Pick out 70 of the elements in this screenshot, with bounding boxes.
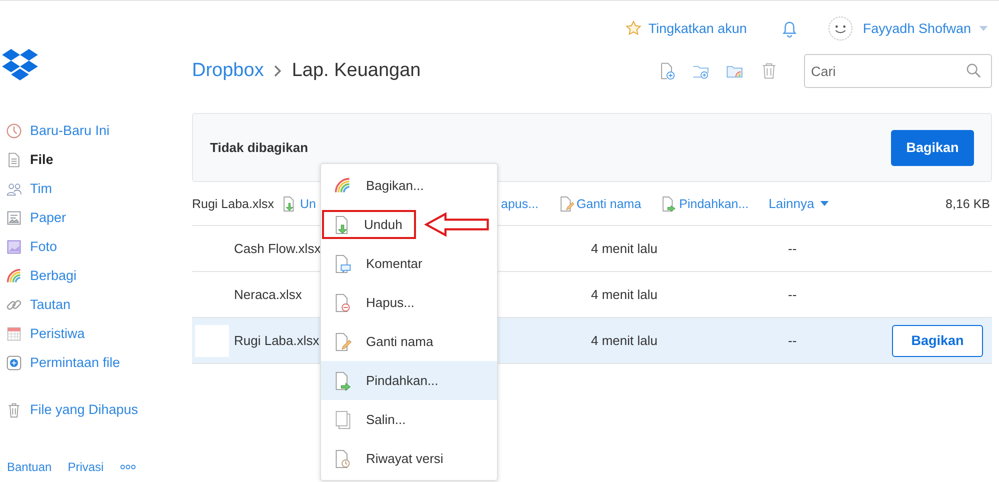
members: --: [788, 287, 797, 302]
search-icon[interactable]: [966, 63, 981, 78]
share-status: Tidak dibagikan: [210, 140, 308, 155]
breadcrumb[interactable]: Dropbox: [192, 60, 264, 82]
sidebar-item[interactable]: Foto: [6, 237, 192, 256]
more-dropdown[interactable]: Lainnya: [768, 196, 830, 211]
comment-file-icon: [334, 254, 352, 274]
upgrade-link[interactable]: Tingkatkan akun: [648, 20, 747, 36]
members: --: [788, 333, 797, 348]
caret-icon[interactable]: [979, 26, 988, 30]
sidebar-item[interactable]: Tautan: [6, 295, 192, 314]
trash-icon: [6, 402, 22, 418]
rename-file-icon: [334, 332, 352, 352]
breadcrumb: Lap. Keuangan: [292, 60, 421, 82]
share-button[interactable]: Bagikan: [892, 324, 983, 356]
calendar-icon: [6, 326, 22, 342]
sidebar-item[interactable]: Peristiwa: [6, 324, 192, 343]
menu-item[interactable]: Salin...: [321, 400, 497, 439]
copy-icon: [334, 410, 352, 430]
members: --: [788, 241, 797, 256]
sidebar-item[interactable]: Baru-Baru Ini: [6, 121, 192, 140]
more-icon[interactable]: [120, 464, 136, 470]
action-link[interactable]: Ganti nama: [576, 196, 642, 210]
sidebar-item[interactable]: File: [6, 150, 192, 169]
annotation-arrow: [424, 212, 490, 237]
file-name: Neraca.xlsx: [234, 287, 302, 302]
clock-icon: [6, 122, 22, 138]
chevron-icon: [274, 65, 282, 77]
menu-item[interactable]: Ganti nama: [321, 322, 497, 361]
delete-file-icon: [334, 292, 352, 312]
trash-icon[interactable]: [760, 62, 778, 80]
sidebar-item[interactable]: File yang Dihapus: [6, 400, 192, 419]
move-file-icon[interactable]: [661, 194, 676, 212]
star-icon: [625, 20, 642, 36]
modified-time: 4 menit lalu: [591, 333, 658, 348]
menu-item[interactable]: Bagikan...: [321, 166, 497, 205]
sidebar-item[interactable]: Berbagi: [6, 266, 192, 285]
footer-link[interactable]: Bantuan: [7, 460, 52, 474]
modified-time: 4 menit lalu: [591, 287, 658, 302]
sidebar-item[interactable]: Paper: [6, 208, 192, 227]
file-name: Cash Flow.xlsx: [234, 241, 321, 256]
dropbox-logo[interactable]: [2, 49, 38, 83]
modified-time: 4 menit lalu: [591, 241, 658, 256]
history-file-icon: [334, 448, 352, 468]
file-size: 8,16 KB: [946, 196, 991, 210]
action-link[interactable]: Un: [300, 196, 316, 210]
paper-icon: [6, 210, 22, 226]
sidebar-item[interactable]: Tim: [6, 179, 192, 198]
share-button[interactable]: Bagikan: [891, 130, 974, 166]
people-icon: [6, 180, 22, 196]
rename-file-icon[interactable]: [558, 194, 574, 212]
file-name: Rugi Laba.xlsx: [234, 333, 320, 348]
action-link[interactable]: apus...: [501, 196, 539, 210]
file-name: Rugi Laba.xlsx: [192, 196, 274, 210]
document-icon: [6, 152, 22, 168]
search-field[interactable]: Cari: [804, 54, 992, 88]
rainbow-icon: [334, 176, 352, 196]
menu-item[interactable]: Pindahkan...: [321, 361, 497, 400]
avatar-icon[interactable]: [828, 16, 853, 40]
new-file-icon[interactable]: [658, 62, 676, 80]
caret-icon: [820, 201, 830, 206]
footer-link[interactable]: Privasi: [68, 460, 104, 474]
move-file-icon: [334, 370, 352, 390]
menu-item[interactable]: Riwayat versi: [321, 439, 497, 478]
file-thumbnail: [195, 324, 229, 356]
sidebar-item[interactable]: Permintaan file: [6, 353, 192, 372]
user-name[interactable]: Fayyadh Shofwan: [862, 20, 971, 36]
rainbow-icon: [6, 268, 22, 284]
image-icon: [6, 238, 22, 254]
action-link[interactable]: Pindahkan...: [679, 196, 749, 210]
